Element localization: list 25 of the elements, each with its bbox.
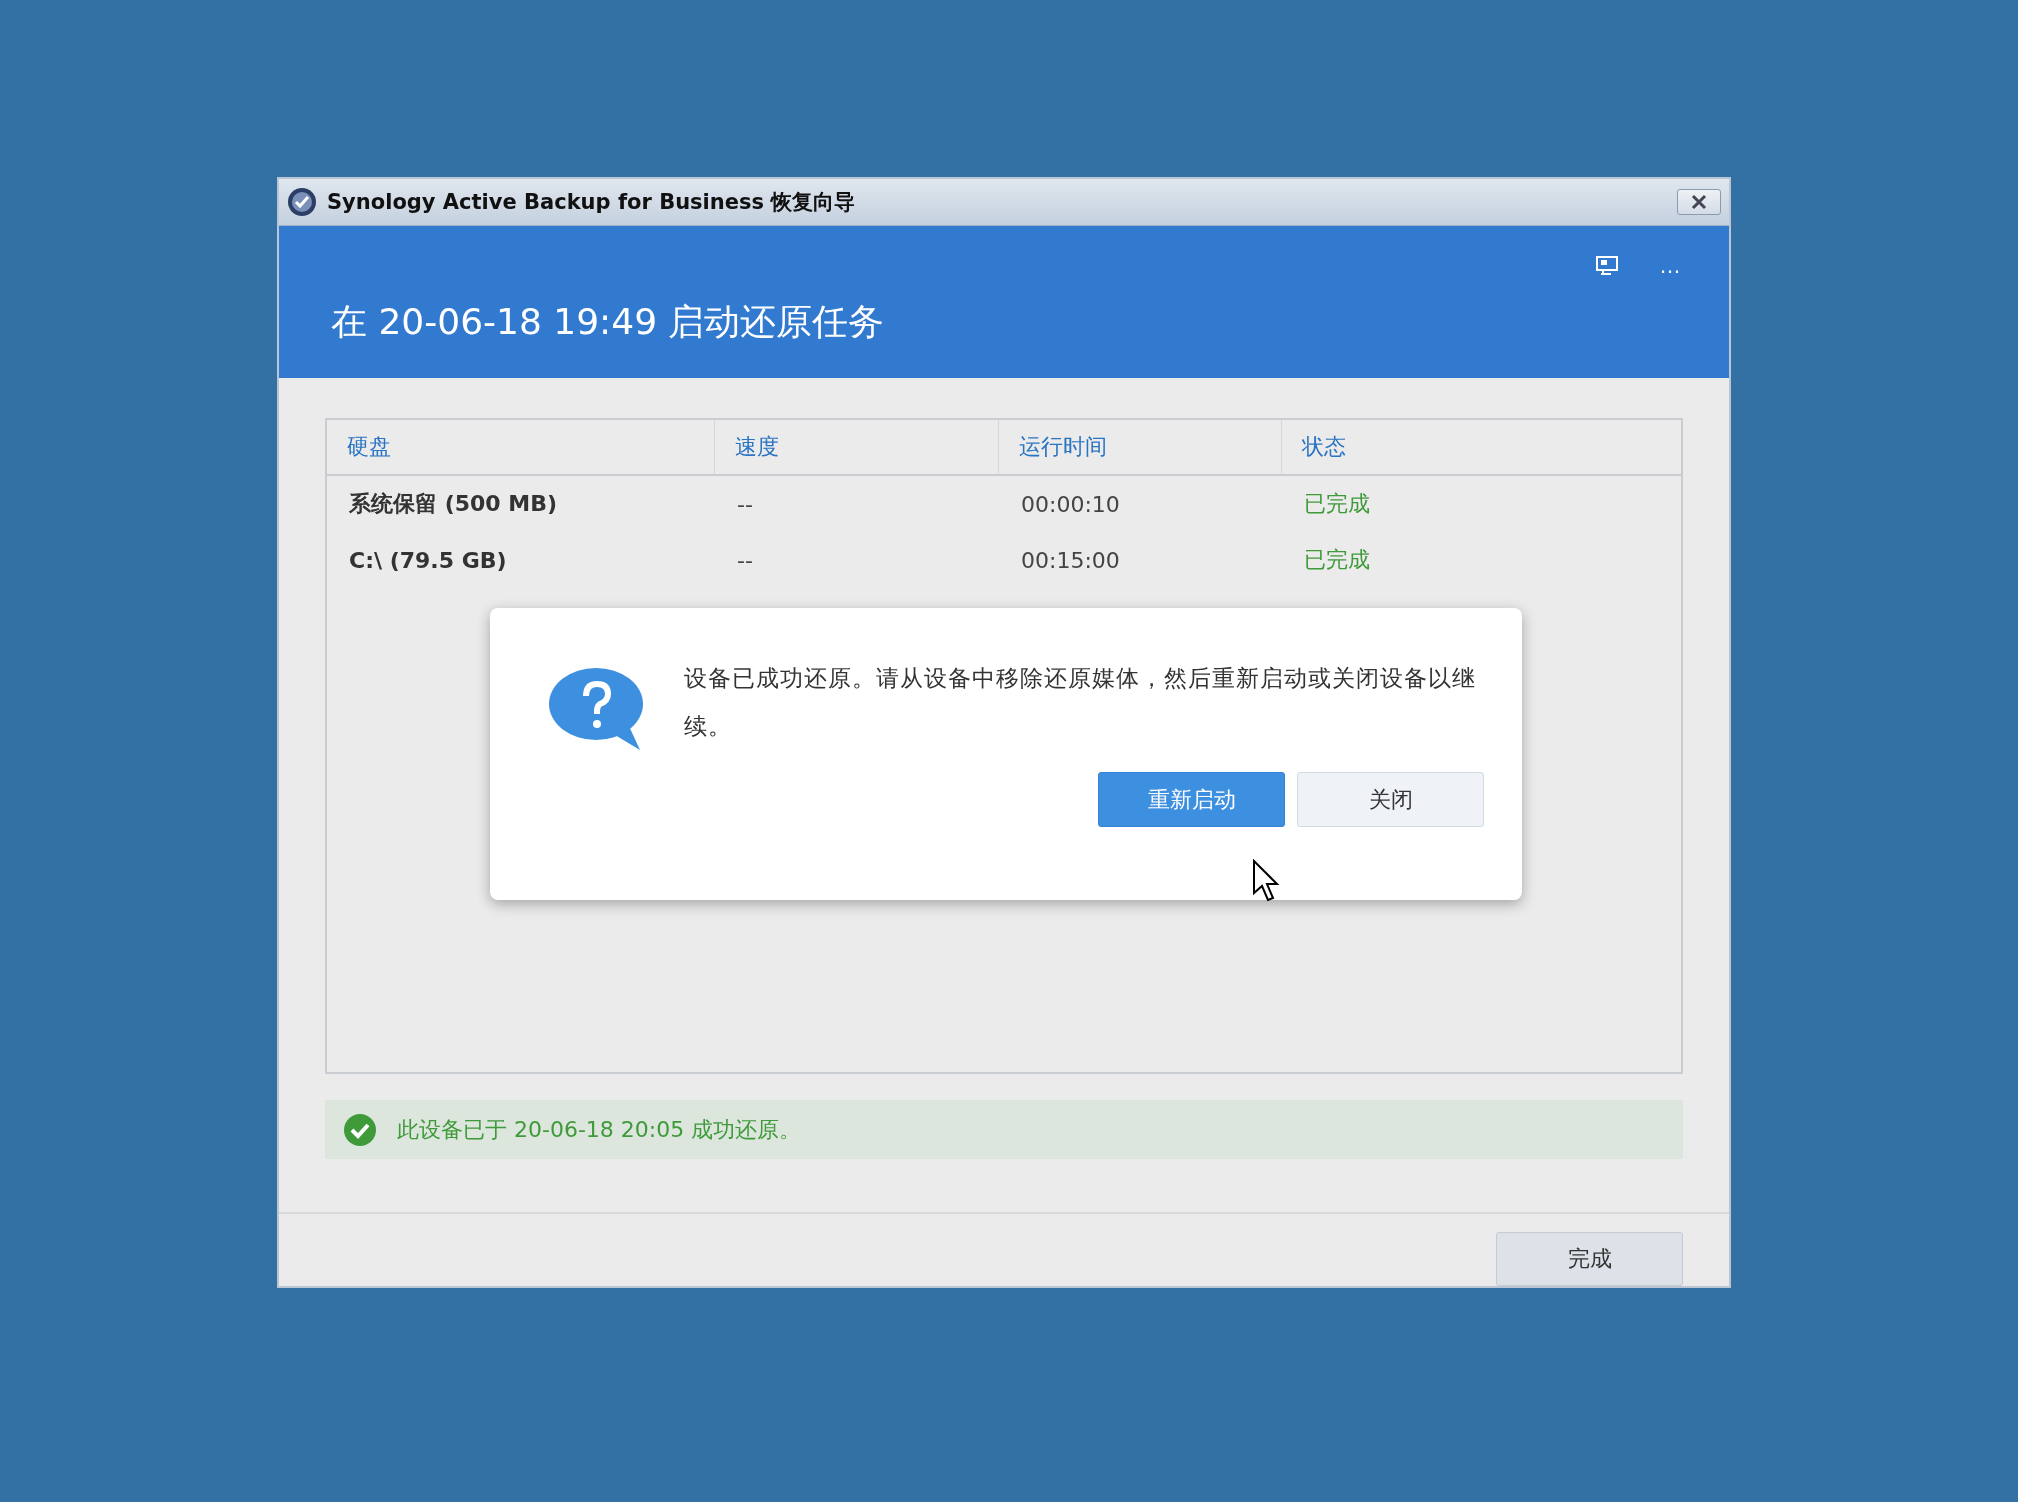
check-icon xyxy=(343,1112,377,1147)
table-cell-text: 00:00:10 xyxy=(1020,490,1121,519)
window-title: Synology Active Backup for Business 恢复向导 xyxy=(327,189,857,216)
table-cell-text: -- xyxy=(736,490,754,519)
table-cell-text: 已完成 xyxy=(1303,546,1371,574)
table-cell-text: 系统保留 (500 MB) xyxy=(348,490,558,518)
column-header: 硬盘 xyxy=(327,420,715,474)
more-button[interactable]: … xyxy=(1659,255,1681,277)
table-cell-text: 00:15:00 xyxy=(1020,546,1121,575)
column-header: 状态 xyxy=(1301,433,1347,461)
task-heading: 在 20-06-18 19:49 启动还原任务 xyxy=(331,300,886,344)
column-header: 速度 xyxy=(715,420,999,474)
table-cell-text: -- xyxy=(736,546,754,575)
table-cell-text: C:\ (79.5 GB) xyxy=(348,546,508,575)
monitor-icon[interactable] xyxy=(1595,255,1619,277)
close-button[interactable] xyxy=(1677,189,1721,215)
column-header: 运行时间 xyxy=(999,420,1282,474)
status-message: 此设备已于 20-06-18 20:05 成功还原。 xyxy=(397,1115,802,1144)
app-logo-icon xyxy=(287,187,317,217)
table-cell-text: 已完成 xyxy=(1303,490,1371,518)
close-dialog-button[interactable]: 关闭 xyxy=(1297,772,1484,827)
dialog-message: 设备已成功还原。请从设备中移除还原媒体，然后重新启动或关闭设备以继续。 xyxy=(684,664,1477,741)
done-button[interactable]: 完成 xyxy=(1496,1232,1683,1286)
question-bubble-icon xyxy=(548,666,646,752)
x-icon xyxy=(1689,194,1709,210)
